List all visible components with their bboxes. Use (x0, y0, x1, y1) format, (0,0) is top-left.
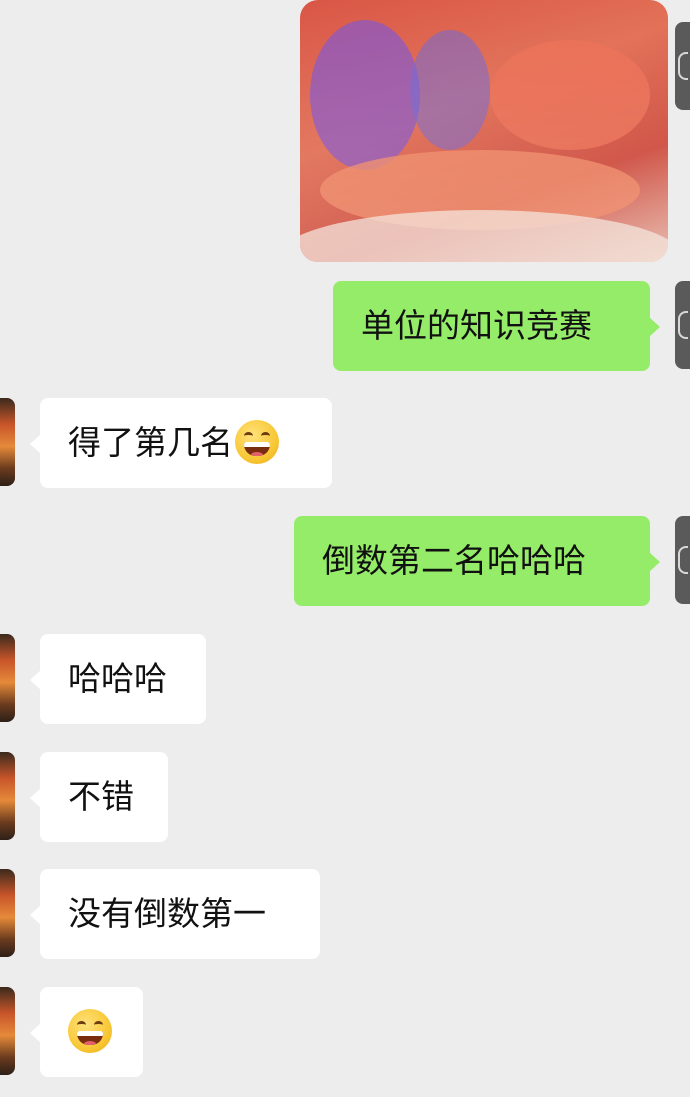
message-text: 不错 (68, 777, 134, 816)
message-text: 没有倒数第一 (68, 894, 266, 933)
chat-area[interactable]: 单位的知识竞赛 得了第几名 倒数第二名哈哈哈 哈哈哈 不错 没有倒数第一 (0, 0, 690, 1097)
grinning-squinting-face-icon (68, 1008, 112, 1053)
message-text: 倒数第二名哈哈哈 (322, 541, 586, 580)
received-message-bubble[interactable]: 得了第几名 (30, 398, 332, 488)
contact-avatar[interactable] (0, 398, 15, 486)
contact-avatar[interactable] (0, 752, 15, 840)
avatar-mark-icon (678, 546, 688, 574)
sent-image-message[interactable] (300, 0, 668, 262)
message-content: 得了第几名 (40, 398, 332, 488)
avatar-mark-icon (678, 311, 688, 339)
received-message-bubble[interactable]: 没有倒数第一 (30, 869, 320, 959)
sent-message-bubble[interactable]: 倒数第二名哈哈哈 (294, 516, 660, 606)
grinning-squinting-face-icon (235, 419, 279, 464)
received-message-bubble[interactable] (30, 987, 143, 1077)
contact-avatar[interactable] (0, 987, 15, 1075)
my-avatar[interactable] (675, 281, 690, 369)
message-content (40, 987, 143, 1077)
message-text: 单位的知识竞赛 (361, 306, 592, 345)
image-blur-veil (300, 0, 668, 262)
contact-avatar[interactable] (0, 869, 15, 957)
avatar-mark-icon (678, 52, 688, 80)
message-text: 得了第几名 (68, 423, 233, 462)
received-message-bubble[interactable]: 哈哈哈 (30, 634, 206, 724)
my-avatar[interactable] (675, 22, 690, 110)
message-text: 哈哈哈 (68, 659, 167, 698)
contact-avatar[interactable] (0, 634, 15, 722)
my-avatar[interactable] (675, 516, 690, 604)
sent-message-bubble[interactable]: 单位的知识竞赛 (333, 281, 660, 371)
received-message-bubble[interactable]: 不错 (30, 752, 168, 842)
